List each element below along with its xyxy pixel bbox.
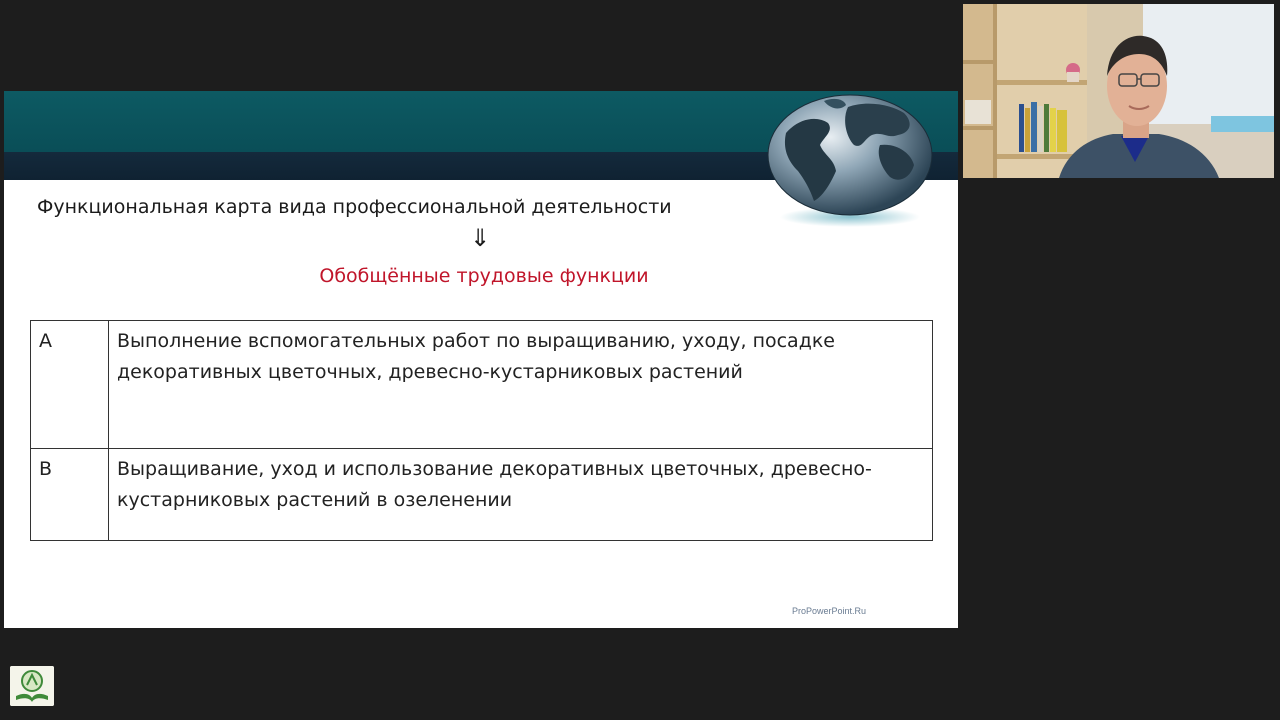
function-text: Выращивание, уход и использование декора… [108, 448, 933, 541]
globe-icon [767, 94, 933, 227]
functions-table: A Выполнение вспомогательных работ по вы… [30, 320, 933, 541]
presenter-webcam [963, 4, 1274, 178]
slide-title: Функциональная карта вида профессиональн… [37, 196, 672, 218]
down-arrow-icon: ⇓ [469, 224, 491, 252]
watermark: ProPowerPoint.Ru [792, 606, 867, 616]
function-code: A [30, 320, 109, 449]
table-row: B Выращивание, уход и использование деко… [30, 448, 933, 541]
presentation-slide: Функциональная карта вида профессиональн… [4, 91, 958, 628]
function-text: Выполнение вспомогательных работ по выра… [108, 320, 933, 449]
book-logo-icon [10, 666, 54, 706]
function-code: B [30, 448, 109, 541]
slide-subtitle: Обобщённые трудовые функции [319, 265, 649, 287]
table-row: A Выполнение вспомогательных работ по вы… [30, 320, 933, 449]
